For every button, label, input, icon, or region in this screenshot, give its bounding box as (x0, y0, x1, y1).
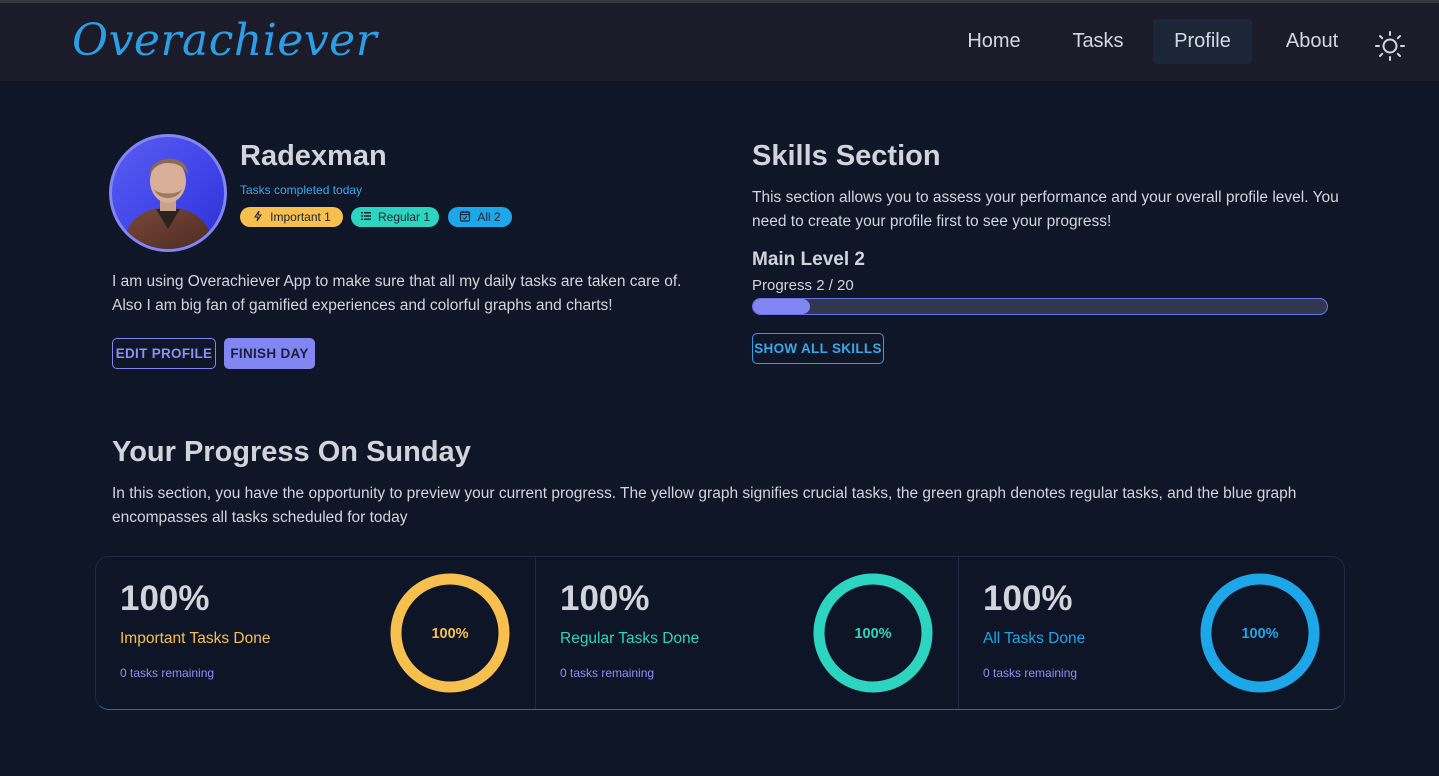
stat-regular-label: Regular Tasks Done (560, 630, 700, 647)
important-progress-ring: 100% (390, 573, 510, 693)
stat-important-label: Important Tasks Done (120, 630, 271, 647)
tasks-completed-label: Tasks completed today (240, 183, 363, 197)
regular-ring-label: 100% (854, 626, 891, 642)
progress-stats-panel: 100% Important Tasks Done 0 tasks remain… (95, 556, 1345, 710)
nav-item-about[interactable]: About (1270, 19, 1354, 64)
profile-name: Radexman (240, 140, 387, 172)
nav-item-tasks[interactable]: Tasks (1060, 19, 1136, 64)
badge-important-label: Important 1 (270, 210, 331, 224)
stat-important-remaining: 0 tasks remaining (120, 666, 215, 680)
badge-regular-label: Regular 1 (377, 210, 431, 224)
main-level-title: Main Level 2 (752, 249, 865, 270)
stat-all-value: 100% (983, 579, 1073, 618)
stat-regular: 100% Regular Tasks Done 0 tasks remainin… (536, 557, 958, 709)
badge-regular: Regular 1 (351, 207, 439, 227)
stat-important: 100% Important Tasks Done 0 tasks remain… (96, 557, 535, 709)
badge-important: Important 1 (240, 207, 343, 227)
sun-icon[interactable] (1374, 30, 1406, 62)
badge-all: All 2 (448, 207, 512, 227)
app-logo[interactable]: Overachiever (72, 15, 377, 66)
avatar (109, 134, 227, 252)
stat-all-remaining: 0 tasks remaining (983, 666, 1078, 680)
stat-important-value: 100% (120, 579, 210, 618)
level-progress-bar (752, 298, 1328, 315)
regular-progress-ring: 100% (813, 573, 933, 693)
calendar-check-icon (459, 210, 471, 225)
level-progress-label: Progress 2 / 20 (752, 277, 854, 294)
progress-section-title: Your Progress On Sunday (112, 436, 471, 468)
bolt-icon (252, 210, 264, 225)
important-ring-label: 100% (431, 626, 468, 642)
stat-regular-value: 100% (560, 579, 650, 618)
skills-section-description: This section allows you to assess your p… (752, 189, 1339, 230)
all-ring-label: 100% (1241, 626, 1278, 642)
stat-all: 100% All Tasks Done 0 tasks remaining 10… (959, 557, 1344, 709)
badge-all-label: All 2 (477, 210, 501, 224)
show-all-skills-button[interactable]: SHOW ALL SKILLS (752, 333, 884, 364)
edit-profile-button[interactable]: EDIT PROFILE (112, 338, 216, 369)
list-icon (360, 210, 372, 225)
stat-all-label: All Tasks Done (983, 630, 1086, 647)
nav-item-profile[interactable]: Profile (1153, 19, 1252, 64)
all-progress-ring: 100% (1200, 573, 1320, 693)
nav-item-home[interactable]: Home (952, 19, 1036, 64)
navbar: Overachiever Home Tasks Profile About (0, 3, 1439, 81)
profile-bio: I am using Overachiever App to make sure… (112, 273, 682, 314)
level-progress-fill (753, 299, 811, 314)
stat-regular-remaining: 0 tasks remaining (560, 666, 655, 680)
skills-section-title: Skills Section (752, 140, 941, 172)
finish-day-button[interactable]: FINISH DAY (224, 338, 315, 369)
progress-section-description: In this section, you have the opportunit… (112, 485, 1297, 526)
